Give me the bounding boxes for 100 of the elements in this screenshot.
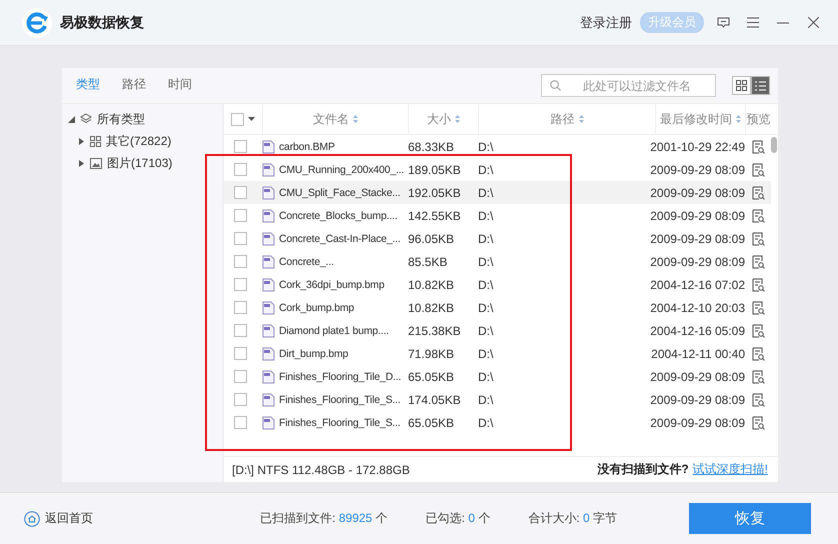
sidebar-item[interactable]: 图片(17103) bbox=[107, 154, 172, 172]
modified-time: 2009-09-29 08:09 bbox=[650, 370, 745, 384]
close-icon bbox=[808, 17, 818, 28]
preview-icon[interactable] bbox=[752, 416, 764, 430]
checkbox[interactable] bbox=[234, 186, 247, 199]
file-size: 68.33KB bbox=[408, 140, 456, 154]
preview-icon[interactable] bbox=[752, 140, 764, 154]
deep-scan-link[interactable]: 试试深度扫描! bbox=[692, 461, 768, 478]
view-toggle-button[interactable] bbox=[751, 76, 770, 95]
checkbox[interactable] bbox=[234, 209, 247, 222]
scan-stat: 已扫描到文件: 89925 个 bbox=[260, 510, 388, 527]
file-size: 10.82KB bbox=[408, 300, 456, 314]
preview-icon[interactable] bbox=[752, 300, 764, 314]
preview-icon[interactable] bbox=[752, 232, 764, 246]
file-name: Cork_36dpi_bump.bmp bbox=[279, 278, 384, 290]
image-file-icon bbox=[262, 416, 275, 430]
file-name: CMU_Running_200x400_... bbox=[279, 164, 404, 176]
preview-icon[interactable] bbox=[752, 370, 764, 384]
column-header[interactable]: 大小 bbox=[427, 110, 451, 128]
sidebar-item[interactable]: 所有类型 bbox=[97, 110, 145, 128]
image-file-icon bbox=[262, 392, 275, 406]
image-file-icon bbox=[262, 346, 275, 360]
expand-icon[interactable] bbox=[78, 138, 85, 144]
view-toggle-button[interactable] bbox=[732, 76, 751, 95]
scrollbar-thumb[interactable] bbox=[771, 137, 777, 153]
checkbox[interactable] bbox=[234, 163, 247, 176]
column-header[interactable]: 路径 bbox=[550, 110, 574, 128]
checkbox[interactable] bbox=[234, 255, 247, 268]
tab[interactable]: 路径 bbox=[122, 70, 146, 106]
file-row[interactable]: CMU_Split_Face_Stacke... 192.05KB D:\ 2009-09-29 08:09 bbox=[224, 181, 771, 204]
file-size: 65.05KB bbox=[408, 416, 456, 430]
checkbox[interactable] bbox=[234, 324, 247, 337]
checkbox[interactable] bbox=[234, 393, 247, 406]
preview-icon[interactable] bbox=[752, 346, 764, 360]
collapse-icon[interactable] bbox=[68, 116, 75, 122]
scan-stat: 已勾选: 0 个 bbox=[426, 510, 490, 527]
checkbox[interactable] bbox=[234, 301, 247, 314]
app-logo bbox=[22, 8, 52, 38]
select-all-checkbox[interactable] bbox=[231, 112, 244, 126]
image-file-icon bbox=[262, 278, 275, 292]
modified-time: 2004-12-10 20:03 bbox=[650, 300, 745, 314]
file-size: 189.05KB bbox=[408, 162, 462, 176]
modified-time: 2004-12-11 00:40 bbox=[651, 346, 745, 360]
preview-icon[interactable] bbox=[752, 254, 764, 268]
checkbox[interactable] bbox=[234, 370, 247, 383]
chat-icon bbox=[716, 16, 730, 28]
image-file-icon bbox=[262, 162, 275, 176]
list-view-icon bbox=[755, 80, 766, 90]
file-size: 65.05KB bbox=[408, 370, 456, 384]
recover-button[interactable]: 恢复 bbox=[689, 503, 811, 534]
preview-icon[interactable] bbox=[752, 392, 764, 406]
image-file-icon bbox=[262, 324, 275, 338]
modified-time: 2009-09-29 08:09 bbox=[650, 254, 745, 268]
modified-time: 2001-10-29 22:49 bbox=[650, 140, 745, 154]
expand-icon[interactable] bbox=[78, 160, 85, 166]
modified-time: 2004-12-16 05:09 bbox=[650, 324, 745, 338]
minimize-icon bbox=[777, 22, 789, 24]
file-size: 174.05KB bbox=[408, 392, 462, 406]
tab[interactable]: 时间 bbox=[168, 70, 192, 106]
image-file-icon bbox=[262, 370, 275, 384]
preview-icon[interactable] bbox=[752, 324, 764, 338]
home-button[interactable]: 返回首页 bbox=[24, 510, 93, 527]
dropdown-icon[interactable] bbox=[248, 117, 255, 121]
preview-icon[interactable] bbox=[752, 162, 764, 176]
checkbox[interactable] bbox=[234, 232, 247, 245]
scan-stat: 合计大小: 0 字节 bbox=[528, 510, 617, 527]
file-name: Diamond plate1 bump.... bbox=[279, 324, 389, 336]
column-header[interactable]: 预览 bbox=[746, 110, 770, 128]
file-name: Concrete_... bbox=[279, 256, 334, 268]
app-title: 易极数据恢复 bbox=[60, 14, 145, 32]
image-icon bbox=[90, 158, 102, 168]
modified-time: 2009-09-29 08:09 bbox=[650, 186, 745, 200]
modified-time: 2009-09-29 08:09 bbox=[650, 232, 745, 246]
preview-icon[interactable] bbox=[752, 208, 764, 222]
column-header[interactable]: 文件名 bbox=[313, 110, 349, 128]
preview-icon[interactable] bbox=[752, 186, 764, 200]
search-field[interactable]: 此处可以过滤文件名 bbox=[541, 74, 716, 97]
file-name: Dirt_bump.bmp bbox=[279, 348, 348, 360]
file-name: Finishes_Flooring_Tile_S... bbox=[279, 416, 400, 428]
grid-icon bbox=[90, 136, 101, 146]
login-link[interactable]: 登录注册 bbox=[580, 14, 632, 32]
preview-icon[interactable] bbox=[752, 278, 764, 292]
no-files-prompt: 没有扫描到文件? bbox=[597, 461, 689, 478]
modified-time: 2009-09-29 08:09 bbox=[650, 392, 745, 406]
image-file-icon bbox=[262, 232, 275, 246]
file-name: Finishes_Flooring_Tile_S... bbox=[279, 394, 400, 406]
checkbox[interactable] bbox=[234, 278, 247, 291]
file-name: Finishes_Flooring_Tile_D... bbox=[279, 370, 402, 382]
sidebar-item[interactable]: 其它(72822) bbox=[106, 132, 172, 150]
file-size: 85.5KB bbox=[408, 254, 448, 268]
file-name: CMU_Split_Face_Stacke... bbox=[279, 186, 400, 198]
checkbox[interactable] bbox=[234, 416, 247, 429]
checkbox[interactable] bbox=[234, 347, 247, 360]
image-file-icon bbox=[262, 208, 275, 222]
file-size: 215.38KB bbox=[408, 324, 462, 338]
column-header[interactable]: 最后修改时间 bbox=[660, 110, 732, 128]
search-icon bbox=[550, 80, 561, 91]
image-file-icon bbox=[262, 254, 275, 268]
checkbox[interactable] bbox=[234, 140, 247, 153]
modified-time: 2009-09-29 08:09 bbox=[650, 208, 745, 222]
